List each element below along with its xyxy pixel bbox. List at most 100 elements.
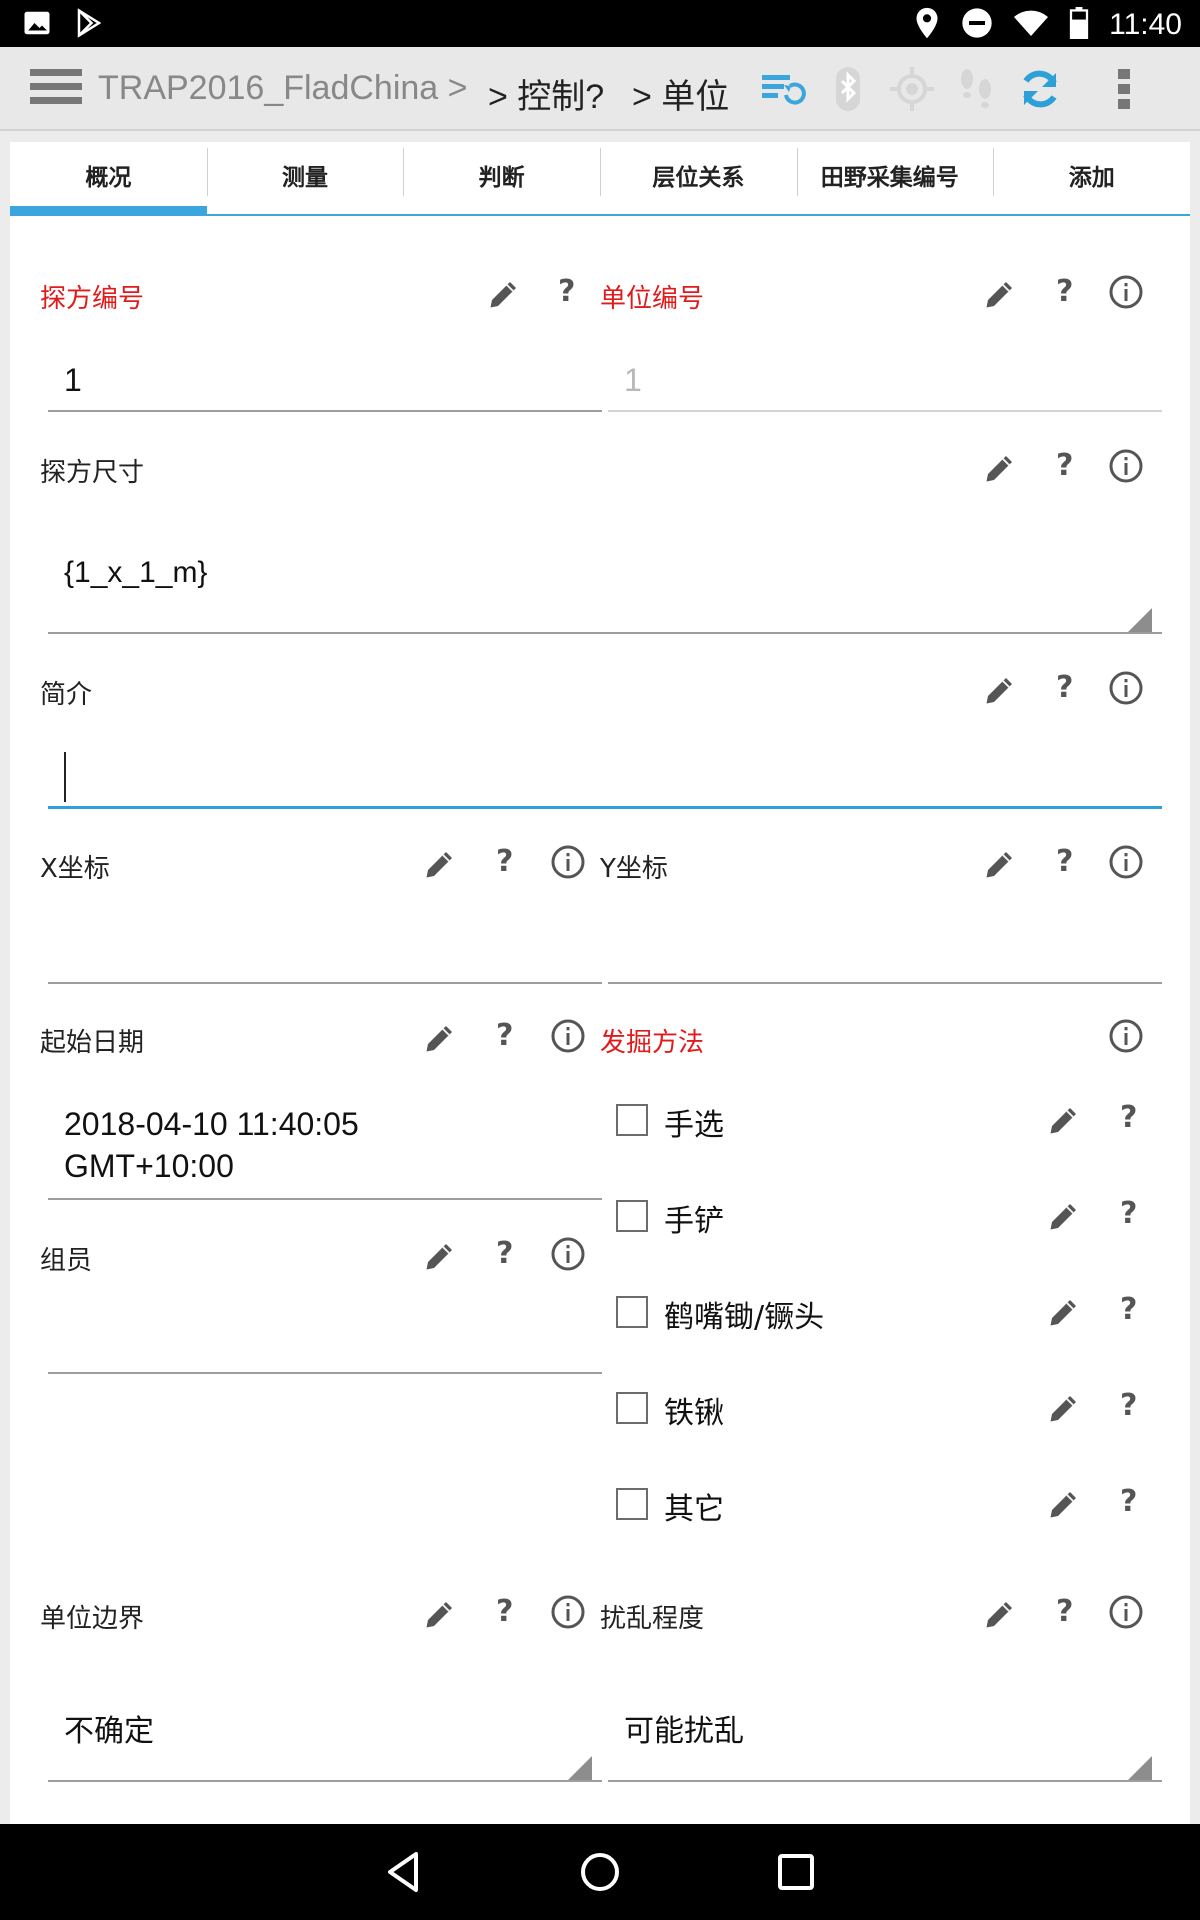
battery-icon [1069,7,1089,43]
tab-field-collection-no[interactable]: 田野采集编号 [796,142,994,214]
overflow-menu-icon[interactable] [1114,65,1134,113]
sync-settings-icon[interactable] [758,65,806,113]
help-icon[interactable]: ? [558,274,575,309]
help-icon[interactable]: ? [1120,1388,1137,1423]
members-label: 组员 [40,1246,93,1276]
help-icon[interactable]: ? [1056,670,1073,705]
help-icon[interactable]: ? [1120,1100,1137,1135]
pencil-icon[interactable] [1046,1486,1082,1522]
option-label: 其它 [664,1492,724,1527]
y-coord-label: Y坐标 [600,854,668,884]
help-icon[interactable]: ? [496,844,513,879]
trench-size-underline [48,632,1162,634]
bluetooth-icon[interactable] [824,65,872,113]
help-icon[interactable]: ? [1120,1196,1137,1231]
dnd-icon [961,7,993,43]
trench-size-select[interactable]: {1_x_1_m} [64,556,207,590]
summary-label: 简介 [40,680,93,710]
checkbox-hand-pick[interactable] [616,1104,648,1136]
help-icon[interactable]: ? [1056,844,1073,879]
image-icon [22,8,52,42]
help-icon[interactable]: ? [496,1236,513,1271]
pencil-icon[interactable] [422,1238,458,1274]
info-icon[interactable] [550,1236,586,1272]
refresh-icon[interactable] [1016,65,1064,113]
option-label: 手铲 [664,1204,724,1239]
breadcrumb-project[interactable]: TRAP2016_FladChina > [98,69,468,108]
pencil-icon[interactable] [982,450,1018,486]
checkbox-other[interactable] [616,1488,648,1520]
pencil-icon[interactable] [982,672,1018,708]
pencil-icon[interactable] [1046,1390,1082,1426]
info-icon[interactable] [1108,844,1144,880]
tab-overview[interactable]: 概况 [10,142,207,216]
menu-icon[interactable] [30,69,82,109]
start-date-field-line1[interactable]: 2018-04-10 11:40:05 [64,1106,359,1143]
info-icon[interactable] [1108,670,1144,706]
checkbox-trowel[interactable] [616,1200,648,1232]
info-icon[interactable] [1108,448,1144,484]
navigation-bar [0,1824,1200,1920]
help-icon[interactable]: ? [496,1594,513,1629]
option-label: 手选 [664,1108,724,1143]
help-icon[interactable]: ? [1056,274,1073,309]
tab-add[interactable]: 添加 [993,142,1190,214]
unit-no-label: 单位编号 [600,284,705,314]
checkbox-pickaxe[interactable] [616,1296,648,1328]
trench-size-label: 探方尺寸 [40,458,145,488]
help-icon[interactable]: ? [1056,448,1073,483]
help-icon[interactable]: ? [1056,1594,1073,1629]
members-underline [48,1372,602,1374]
tab-stratigraphy[interactable]: 层位关系 [600,142,797,214]
tab-measurement[interactable]: 测量 [206,142,404,214]
footsteps-icon[interactable] [952,65,1000,113]
unit-boundary-underline [48,1780,602,1782]
dropdown-arrow-icon[interactable] [568,1756,592,1780]
info-icon[interactable] [1108,274,1144,310]
pencil-icon[interactable] [422,1020,458,1056]
pencil-icon[interactable] [422,1596,458,1632]
info-icon[interactable] [1108,1018,1144,1054]
info-icon[interactable] [550,1018,586,1054]
info-icon[interactable] [550,1594,586,1630]
pencil-icon[interactable] [422,846,458,882]
pencil-icon[interactable] [982,846,1018,882]
info-icon[interactable] [550,844,586,880]
pencil-icon[interactable] [1046,1102,1082,1138]
tab-interpretation[interactable]: 判断 [403,142,600,214]
start-date-field-line2[interactable]: GMT+10:00 [64,1148,234,1185]
home-icon[interactable] [576,1848,624,1896]
trench-no-field[interactable]: 1 [64,362,82,399]
disturbance-select[interactable]: 可能扰乱 [624,1706,744,1750]
breadcrumb-control[interactable]: > 控制? [488,69,604,118]
back-icon[interactable] [380,1848,428,1896]
clock: 11:40 [1109,8,1182,41]
checkbox-shovel[interactable] [616,1392,648,1424]
help-icon[interactable]: ? [496,1018,513,1053]
pencil-icon[interactable] [982,1596,1018,1632]
app-bar: TRAP2016_FladChina > > 控制? > 单位 [0,47,1200,131]
option-label: 铁锹 [664,1396,724,1431]
help-icon[interactable]: ? [1120,1484,1137,1519]
pencil-icon[interactable] [1046,1294,1082,1330]
trench-no-underline [48,410,602,412]
excavation-method-label: 发掘方法 [600,1028,705,1058]
help-icon[interactable]: ? [1120,1292,1137,1327]
disturbance-label: 扰乱程度 [600,1604,705,1634]
unit-boundary-select[interactable]: 不确定 [64,1706,154,1750]
unit-no-underline [608,410,1162,412]
info-icon[interactable] [1108,1594,1144,1630]
dropdown-arrow-icon[interactable] [1128,1756,1152,1780]
recents-icon[interactable] [772,1848,820,1896]
location-icon [913,6,941,44]
x-coord-label: X坐标 [40,854,110,884]
pencil-icon[interactable] [486,276,522,312]
gps-icon[interactable] [888,65,936,113]
status-bar: 11:40 [0,0,1200,47]
pencil-icon[interactable] [1046,1198,1082,1234]
pencil-icon[interactable] [982,276,1018,312]
start-date-label: 起始日期 [40,1028,145,1058]
disturbance-underline [608,1780,1162,1782]
text-cursor [64,752,66,802]
dropdown-arrow-icon[interactable] [1128,608,1152,632]
